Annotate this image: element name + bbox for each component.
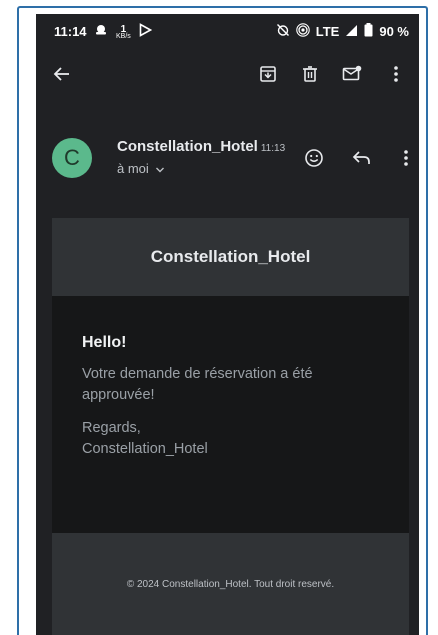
email-signature: Constellation_Hotel: [82, 441, 208, 457]
alarm-off-icon: [276, 23, 290, 40]
sender-time: 11:13: [260, 143, 286, 154]
signal-icon: [345, 24, 358, 40]
reply-icon[interactable]: [350, 146, 374, 170]
email-message-line: approuvée!: [82, 387, 155, 403]
more-vert-icon[interactable]: [384, 62, 408, 86]
email-greeting: Hello!: [82, 334, 127, 351]
status-right: LTE 90 %: [276, 23, 409, 40]
email-footer: © 2024 Constellation_Hotel. Tout droit r…: [52, 533, 409, 635]
status-time: 11:14: [54, 24, 87, 39]
back-arrow-icon[interactable]: [50, 62, 74, 86]
notification-icon: [94, 23, 108, 42]
mark-unread-icon[interactable]: [340, 62, 364, 86]
email-regards: Regards,: [82, 420, 141, 436]
recipient-toggle[interactable]: à moi: [117, 161, 165, 176]
battery-level: 90 %: [379, 24, 409, 39]
email-header-title: Constellation_Hotel: [150, 247, 311, 266]
email-header: Constellation_Hotel: [52, 218, 409, 296]
sender-name[interactable]: Constellation_Hotel 11:13: [117, 138, 285, 155]
sender-row: C Constellation_Hotel 11:13 à moi: [36, 124, 419, 194]
battery-icon: [364, 23, 373, 40]
archive-icon[interactable]: [256, 62, 280, 86]
email-toolbar: [36, 48, 419, 104]
status-bar: 11:14 1 KB/s LTE 90 %: [36, 14, 419, 48]
avatar[interactable]: C: [52, 138, 92, 178]
chevron-down-icon: [152, 161, 165, 176]
sender-more-vert-icon[interactable]: [394, 146, 418, 170]
email-signoff: Regards, Constellation_Hotel: [82, 418, 379, 460]
play-store-icon: [139, 23, 152, 42]
status-left-icons: 1 KB/s: [94, 23, 152, 42]
sender-name-text: Constellation_Hotel: [117, 138, 258, 155]
email-message: Votre demande de réservation a été appro…: [82, 364, 379, 406]
email-body: Hello! Votre demande de réservation a ét…: [52, 296, 409, 533]
emoji-icon[interactable]: [302, 146, 326, 170]
recipient-label: à moi: [117, 161, 149, 176]
network-type: LTE: [315, 24, 340, 39]
trash-icon[interactable]: [298, 62, 322, 86]
hotspot-icon: [296, 23, 310, 40]
email-message-line: Votre demande de réservation a été: [82, 366, 313, 382]
email-footer-text: © 2024 Constellation_Hotel. Tout droit r…: [126, 578, 335, 590]
network-speed: 1 KB/s: [116, 23, 131, 40]
phone-screen: 11:14 1 KB/s LTE 90 % C Constellation_Ho…: [36, 14, 419, 635]
